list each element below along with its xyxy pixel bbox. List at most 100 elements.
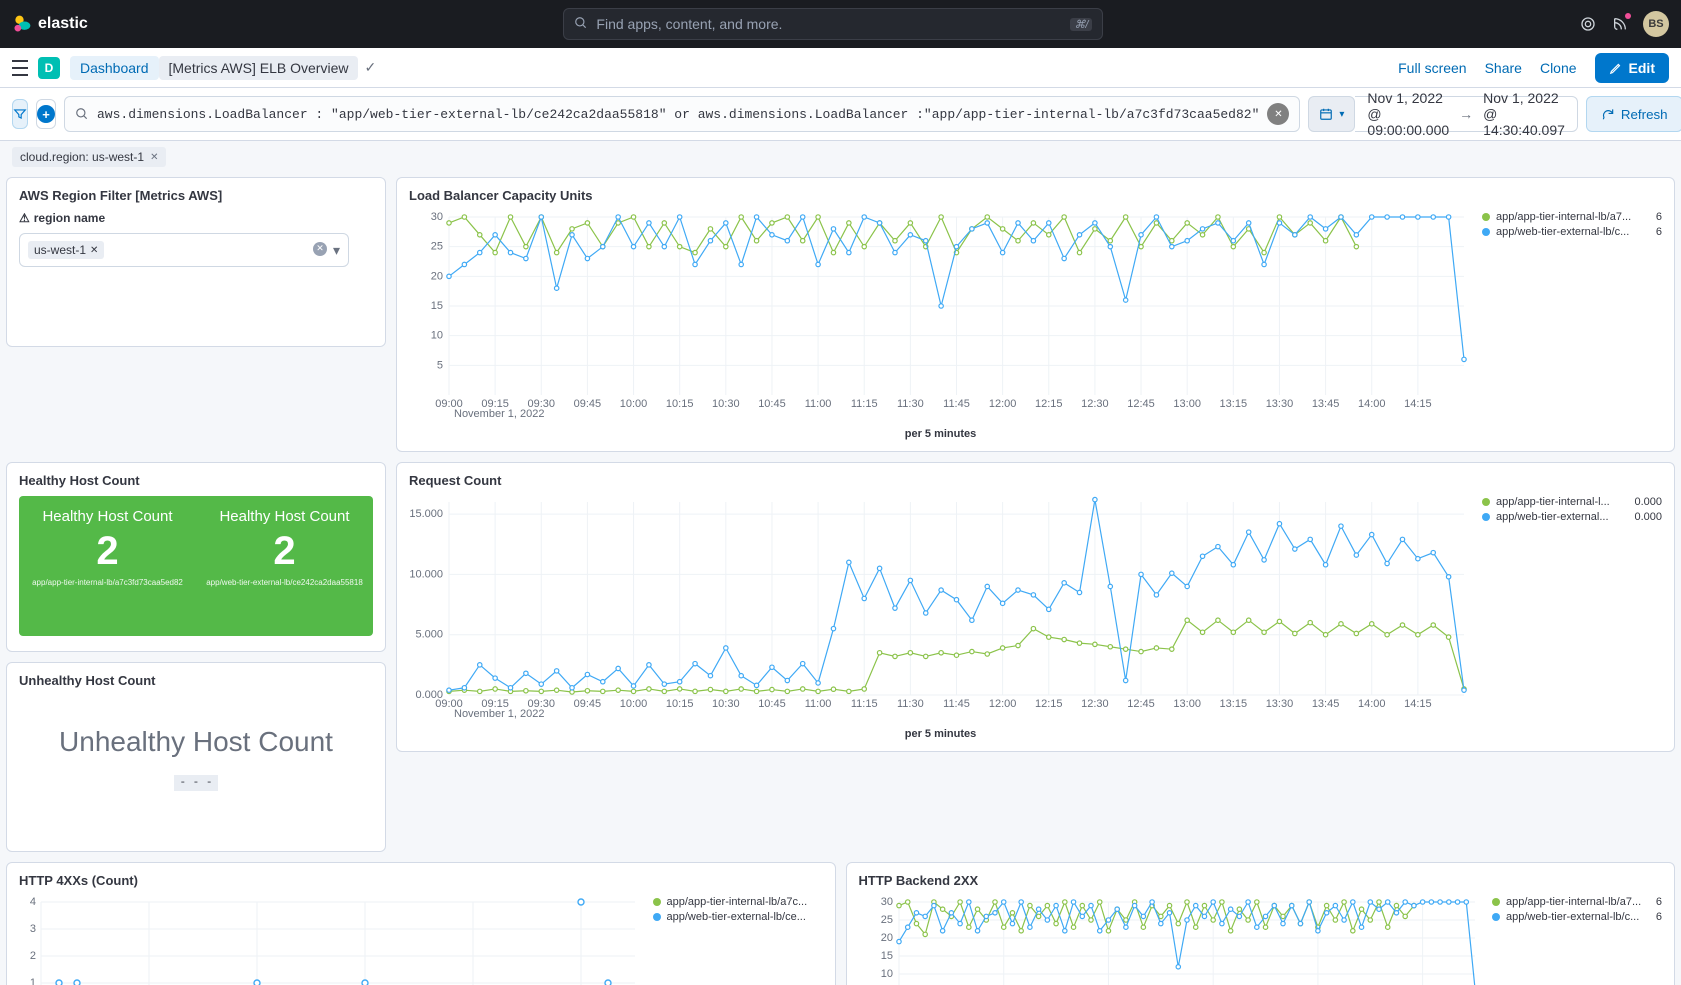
legend-label: app/app-tier-internal-l... (1496, 496, 1628, 508)
query-text: aws.dimensions.LoadBalancer : "app/web-t… (97, 107, 1259, 122)
svg-text:20: 20 (880, 932, 892, 944)
region-select[interactable]: us-west-1 ✕ ✕ ▾ (19, 233, 349, 267)
brand-logo[interactable]: elastic (12, 14, 88, 34)
nav-toggle-icon[interactable] (12, 60, 28, 76)
add-filter-button[interactable]: + (36, 99, 56, 129)
legend-value: 0.000 (1634, 496, 1662, 508)
legend-item[interactable]: app/web-tier-external...0.000 (1482, 511, 1662, 523)
time-from: Nov 1, 2022 @ 09:00:00.000 (1367, 90, 1449, 138)
close-icon[interactable]: ✕ (90, 245, 98, 256)
svg-text:13:00: 13:00 (1173, 698, 1201, 710)
field-label-text: region name (34, 211, 105, 225)
legend-dot-icon (653, 913, 661, 921)
svg-text:11:15: 11:15 (851, 398, 878, 410)
svg-text:13:30: 13:30 (1266, 398, 1294, 410)
panel-healthy-host: Healthy Host Count Healthy Host Count 2 … (6, 462, 386, 652)
cell-sub: app/web-tier-external-lb/ce242ca2daa5581… (196, 578, 373, 587)
breadcrumb-dashboard[interactable]: Dashboard (70, 56, 159, 80)
legend-value: 6 (1656, 226, 1662, 238)
panel-title: Unhealthy Host Count (19, 673, 373, 688)
svg-text:11:00: 11:00 (805, 398, 832, 410)
panel-region-filter: AWS Region Filter [Metrics AWS] ⚠ region… (6, 177, 386, 347)
search-shortcut-hint: ⌘/ (1070, 18, 1092, 31)
legend-item[interactable]: app/web-tier-external-lb/ce... (653, 911, 823, 923)
svg-text:12:30: 12:30 (1081, 698, 1109, 710)
legend-label: app/app-tier-internal-lb/a7c... (667, 896, 817, 908)
legend-item[interactable]: app/web-tier-external-lb/c... 6 (1492, 911, 1662, 923)
clear-icon[interactable]: ✕ (313, 242, 327, 256)
time-to: Nov 1, 2022 @ 14:30:40.097 (1483, 90, 1565, 138)
chart-request-count[interactable]: 0.0005.00010.00015.00009:0009:1509:3009:… (409, 496, 1472, 721)
legend-dot-icon (1482, 213, 1490, 221)
refresh-label: Refresh (1621, 107, 1668, 122)
legend-label: app/web-tier-external-lb/c... (1506, 911, 1650, 923)
chart-http-4xx[interactable]: 0123409:0010:0011:0012:0013:0014:00Novem… (19, 896, 643, 985)
query-input[interactable]: aws.dimensions.LoadBalancer : "app/web-t… (64, 96, 1300, 132)
legend-item[interactable]: app/app-tier-internal-lb/a7...6 (1482, 211, 1662, 223)
help-icon[interactable] (1579, 15, 1597, 33)
panel-unhealthy-host: Unhealthy Host Count Unhealthy Host Coun… (6, 662, 386, 852)
edit-button[interactable]: Edit (1595, 53, 1669, 83)
pencil-icon (1609, 61, 1623, 75)
brand-text: elastic (38, 15, 88, 33)
chevron-down-icon[interactable]: ▾ (333, 242, 340, 259)
svg-text:10:30: 10:30 (712, 698, 740, 710)
svg-text:10: 10 (431, 330, 443, 342)
legend-item[interactable]: app/web-tier-external-lb/c...6 (1482, 226, 1662, 238)
svg-text:12:15: 12:15 (1035, 398, 1063, 410)
svg-text:11:15: 11:15 (851, 698, 878, 710)
legend-label: app/app-tier-internal-lb/a7... (1506, 896, 1650, 908)
refresh-button[interactable]: Refresh (1586, 96, 1681, 132)
svg-text:11:30: 11:30 (897, 398, 924, 410)
cell-sub: app/app-tier-internal-lb/a7c3fd73caa5ed8… (19, 578, 196, 587)
legend-value: 6 (1656, 911, 1662, 923)
chart-http-2xx[interactable]: 05101520253009:0010:0011:0012:0013:0014:… (859, 896, 1483, 985)
global-search-input[interactable]: Find apps, content, and more. ⌘/ (563, 8, 1103, 40)
breadcrumb-current: [Metrics AWS] ELB Overview (159, 56, 359, 80)
filter-icon (13, 107, 27, 121)
svg-text:10:15: 10:15 (666, 698, 694, 710)
space-chip[interactable]: D (38, 57, 60, 79)
svg-text:12:00: 12:00 (989, 698, 1017, 710)
svg-text:13:45: 13:45 (1312, 398, 1340, 410)
svg-text:November 1, 2022: November 1, 2022 (454, 408, 545, 420)
legend-dot-icon (1492, 913, 1500, 921)
filter-pill-region[interactable]: cloud.region: us-west-1 ✕ (12, 147, 166, 167)
legend-item[interactable]: app/app-tier-internal-l... 0.000 (1482, 496, 1662, 508)
user-avatar[interactable]: BS (1643, 11, 1669, 37)
time-range-display[interactable]: Nov 1, 2022 @ 09:00:00.000 → Nov 1, 2022… (1355, 96, 1577, 132)
legend-dot-icon (653, 898, 661, 906)
legend-item[interactable]: app/app-tier-internal-lb/a7c... (653, 896, 823, 908)
legend-label: app/web-tier-external... (1496, 511, 1628, 523)
legend-http-2xx: app/app-tier-internal-lb/a7...6app/web-t… (1492, 896, 1662, 985)
svg-text:20: 20 (431, 270, 443, 282)
panel-title: HTTP 4XXs (Count) (19, 873, 823, 888)
svg-text:11:45: 11:45 (943, 698, 970, 710)
cell-label: Healthy Host Count (19, 508, 196, 525)
region-tag[interactable]: us-west-1 ✕ (28, 241, 104, 259)
legend-item[interactable]: app/app-tier-internal-lb/a7...6 (1492, 896, 1662, 908)
date-picker-button[interactable]: ▾ (1308, 96, 1355, 132)
chart-lbcu[interactable]: 5101520253009:0009:1509:3009:4510:0010:1… (409, 211, 1472, 421)
svg-text:14:15: 14:15 (1404, 398, 1432, 410)
cell-value: 2 (19, 529, 196, 574)
cell-label: Healthy Host Count (196, 508, 373, 525)
svg-text:12:45: 12:45 (1127, 698, 1155, 710)
share-button[interactable]: Share (1485, 60, 1522, 76)
svg-text:11:30: 11:30 (897, 698, 924, 710)
svg-text:1: 1 (30, 977, 36, 985)
edit-button-label: Edit (1629, 60, 1655, 76)
close-icon[interactable]: ✕ (150, 152, 158, 163)
fullscreen-button[interactable]: Full screen (1398, 60, 1466, 76)
calendar-icon (1319, 107, 1333, 121)
clone-button[interactable]: Clone (1540, 60, 1577, 76)
filter-bar: cloud.region: us-west-1 ✕ (0, 141, 1681, 177)
newsfeed-icon[interactable] (1611, 15, 1629, 33)
warning-icon: ⚠ (19, 211, 30, 225)
filter-options-button[interactable] (12, 99, 28, 129)
clear-query-icon[interactable]: ✕ (1267, 103, 1289, 125)
svg-text:09:45: 09:45 (574, 698, 602, 710)
svg-text:10:30: 10:30 (712, 398, 740, 410)
search-icon (75, 107, 89, 121)
svg-text:10: 10 (880, 968, 892, 980)
